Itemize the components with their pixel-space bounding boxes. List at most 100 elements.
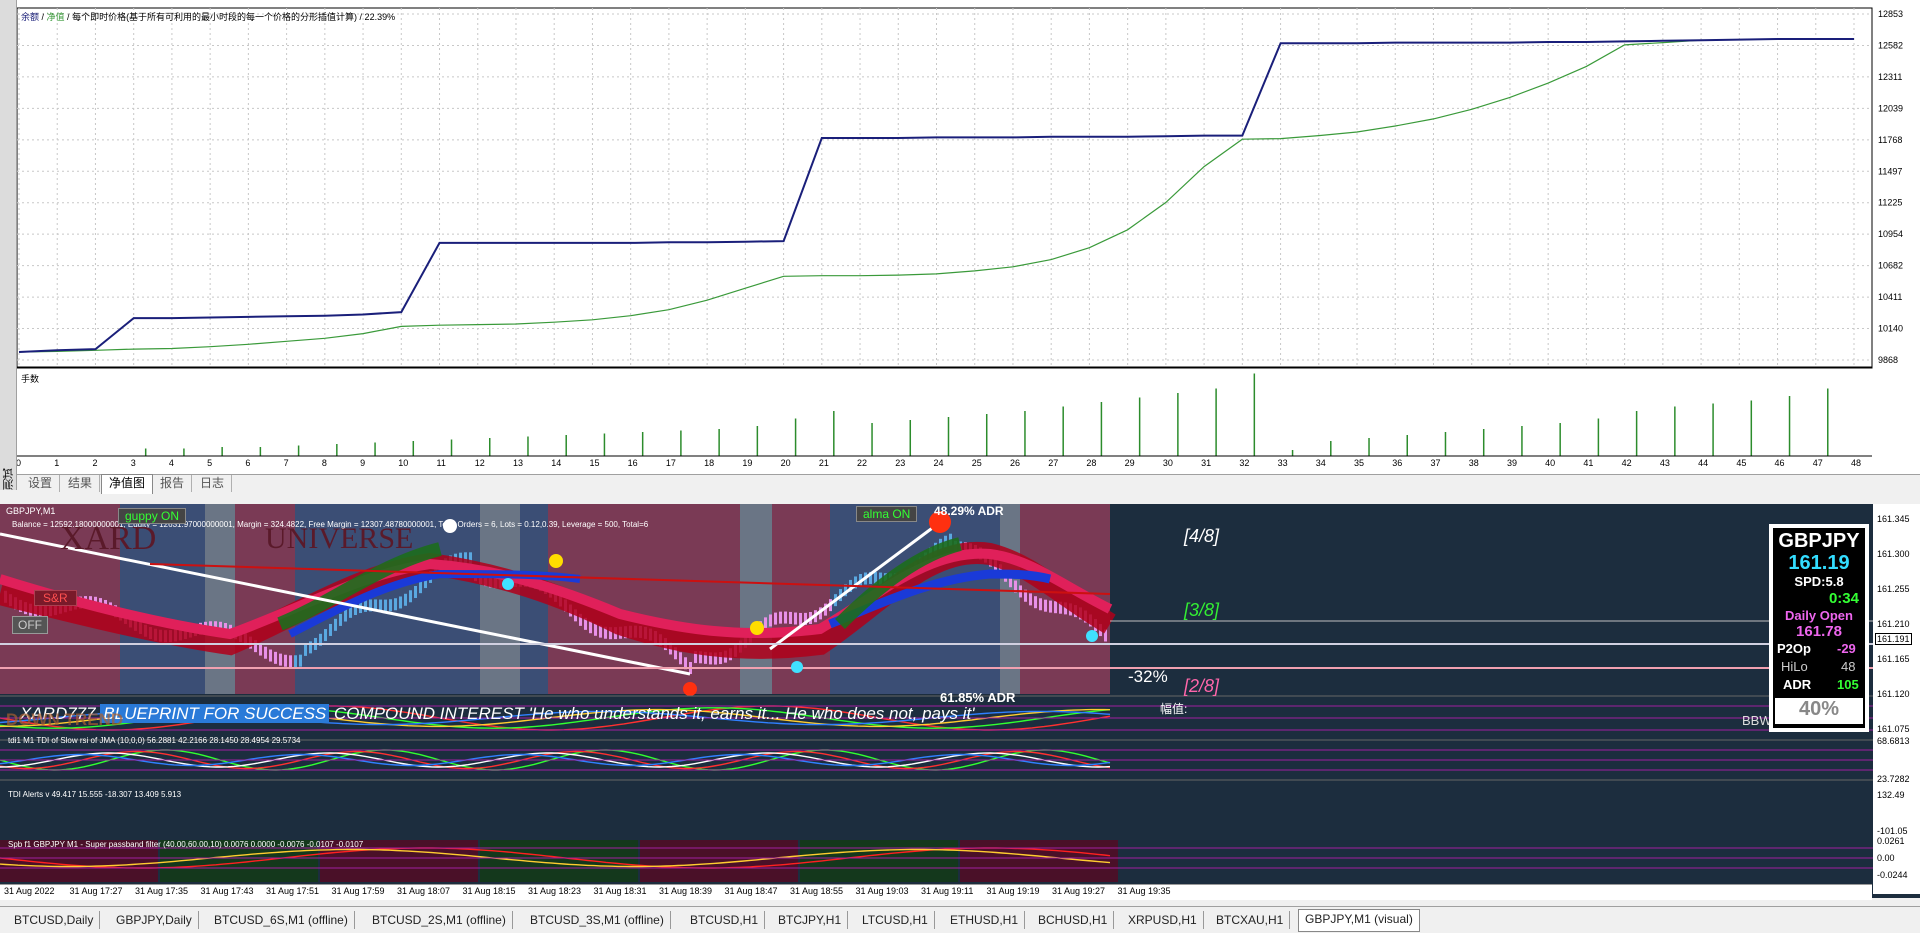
- x-tick-label: 4: [169, 458, 174, 468]
- x-tick-label: 1: [54, 458, 59, 468]
- candle: [404, 593, 407, 606]
- info-adr-label: ADR: [1783, 677, 1812, 692]
- spb-tick-bottom: -0.0244: [1877, 870, 1908, 880]
- x-tick-label: 32: [1239, 458, 1249, 468]
- x-tick-label: 31: [1201, 458, 1211, 468]
- chart-tab[interactable]: BTCUSD,Daily: [8, 911, 101, 929]
- spb-label: Spb f1 GBPJPY M1 - Super passband filter…: [8, 840, 364, 849]
- candle: [384, 599, 387, 612]
- spb-band: [480, 840, 638, 882]
- tdi2-tick-bottom: -101.05: [1877, 826, 1908, 836]
- tester-sidebar-label: 测试: [3, 468, 15, 490]
- x-tick-label: 43: [1660, 458, 1670, 468]
- off-button[interactable]: OFF: [12, 616, 48, 634]
- y-tick-label: 12311: [1878, 72, 1902, 82]
- session-band: [740, 504, 772, 694]
- x-tick-label: 30: [1163, 458, 1173, 468]
- x-tick-label: 10: [398, 458, 408, 468]
- x-tick-label: 7: [284, 458, 289, 468]
- y-tick-label: 10140: [1878, 324, 1903, 334]
- chart-tab[interactable]: XRPUSD,H1: [1122, 911, 1204, 929]
- x-tick-label: 41: [1583, 458, 1593, 468]
- candle: [1039, 598, 1042, 611]
- x-tick-label: 22: [857, 458, 867, 468]
- chart-tab[interactable]: BTCJPY,H1: [772, 911, 849, 929]
- current-price-tag: 161.191: [1875, 633, 1912, 645]
- candle: [679, 652, 682, 665]
- chart-tab[interactable]: BTCXAU,H1: [1210, 911, 1291, 929]
- x-tick-label: 18: [704, 458, 714, 468]
- tdi2-tick-top: 132.49: [1877, 790, 1905, 800]
- y-tick-label: 12853: [1878, 9, 1903, 19]
- session-band: [1000, 504, 1020, 694]
- x-tick-label: 2: [92, 458, 97, 468]
- candle: [599, 625, 602, 638]
- candle: [764, 617, 767, 630]
- info-timer: 0:34: [1828, 590, 1859, 607]
- tab-results[interactable]: 结果: [61, 475, 101, 492]
- x-tick-label: 17: [666, 458, 676, 468]
- time-tick-label: 31 Aug 18:31: [593, 886, 647, 896]
- price-tick-label: 161.120: [1877, 689, 1910, 699]
- chart-tab[interactable]: BTCUSD_2S,M1 (offline): [366, 911, 513, 929]
- candle: [1034, 596, 1037, 609]
- time-tick-label: 31 Aug 17:27: [69, 886, 123, 896]
- time-tick-label: 31 Aug 18:15: [462, 886, 516, 896]
- tdi1-tick-top: 68.6813: [1877, 736, 1910, 746]
- time-tick-label: 31 Aug 19:19: [986, 886, 1040, 896]
- y-tick-label: 12039: [1878, 103, 1903, 113]
- price-tick-label: 161.165: [1877, 654, 1910, 664]
- candle: [779, 611, 782, 624]
- chart-tab[interactable]: BTCUSD_6S,M1 (offline): [208, 911, 355, 929]
- chart-tab[interactable]: LTCUSD,H1: [856, 911, 935, 929]
- tab-equity-graph[interactable]: 净值图: [101, 474, 154, 494]
- session-band: [830, 504, 1000, 694]
- x-tick-label: 3: [131, 458, 136, 468]
- x-tick-label: 20: [781, 458, 791, 468]
- candle: [1044, 599, 1047, 612]
- session-band: [480, 504, 520, 694]
- x-tick-label: 13: [513, 458, 523, 468]
- x-tick-label: 40: [1545, 458, 1555, 468]
- time-tick-label: 31 Aug 19:11: [921, 886, 974, 896]
- x-tick-label: 0: [17, 458, 21, 468]
- price-tick-label: 161.255: [1877, 584, 1910, 594]
- tab-settings[interactable]: 设置: [21, 475, 61, 492]
- y-tick-label: 11225: [1878, 198, 1902, 208]
- sr-label: S&R: [34, 590, 77, 606]
- tester-sidebar: 测试: [0, 0, 17, 490]
- y-tick-label: 11497: [1878, 166, 1902, 176]
- alma-badge[interactable]: alma ON: [856, 506, 918, 522]
- chart-tab-active[interactable]: GBPJPY,M1 (visual): [1298, 909, 1420, 932]
- candle: [409, 590, 412, 603]
- chart-tab[interactable]: BCHUSD,H1: [1032, 911, 1115, 929]
- x-tick-label: 26: [1010, 458, 1020, 468]
- candle: [784, 611, 787, 624]
- y-tick-label: 10954: [1878, 229, 1903, 239]
- gbpjpy-chart-window[interactable]: GBPJPY,M1 Balance = 12592.18000000001, E…: [0, 504, 1920, 898]
- x-tick-label: 23: [895, 458, 905, 468]
- time-tick-label: 31 Aug 17:59: [331, 886, 385, 896]
- chart-window-tabs: BTCUSD,Daily GBPJPY,Daily BTCUSD_6S,M1 (…: [0, 906, 1920, 933]
- equity-line: [18, 38, 1854, 353]
- down-trend-label: DOWN TREND: [6, 710, 124, 729]
- x-tick-label: 48: [1851, 458, 1861, 468]
- tdi2-label: TDI Alerts v 49.417 15.555 -18.307 13.40…: [8, 790, 182, 799]
- chart-tab[interactable]: BTCUSD_3S,M1 (offline): [524, 911, 671, 929]
- time-tick-label: 31 Aug 18:07: [397, 886, 451, 896]
- price-axis: 161.345 161.300 161.255 161.210 161.165 161.1…: [1873, 504, 1920, 894]
- y-tick-label: 9868: [1878, 355, 1898, 365]
- tab-report[interactable]: 报告: [153, 475, 193, 492]
- info-price: 161.19: [1788, 552, 1850, 574]
- chart-tab[interactable]: BTCUSD,H1: [684, 911, 766, 929]
- tdi1-tick-bottom: 23.7282: [1877, 774, 1910, 784]
- x-tick-label: 11: [437, 458, 446, 468]
- info-hilo-value: 48: [1841, 659, 1856, 674]
- x-tick-label: 35: [1354, 458, 1364, 468]
- candle: [399, 596, 402, 609]
- chart-tab[interactable]: GBPJPY,Daily: [110, 911, 199, 929]
- spb-tick-mid: 0.00: [1877, 853, 1895, 863]
- tab-journal[interactable]: 日志: [193, 475, 233, 492]
- x-tick-label: 34: [1316, 458, 1326, 468]
- chart-tab[interactable]: ETHUSD,H1: [944, 911, 1026, 929]
